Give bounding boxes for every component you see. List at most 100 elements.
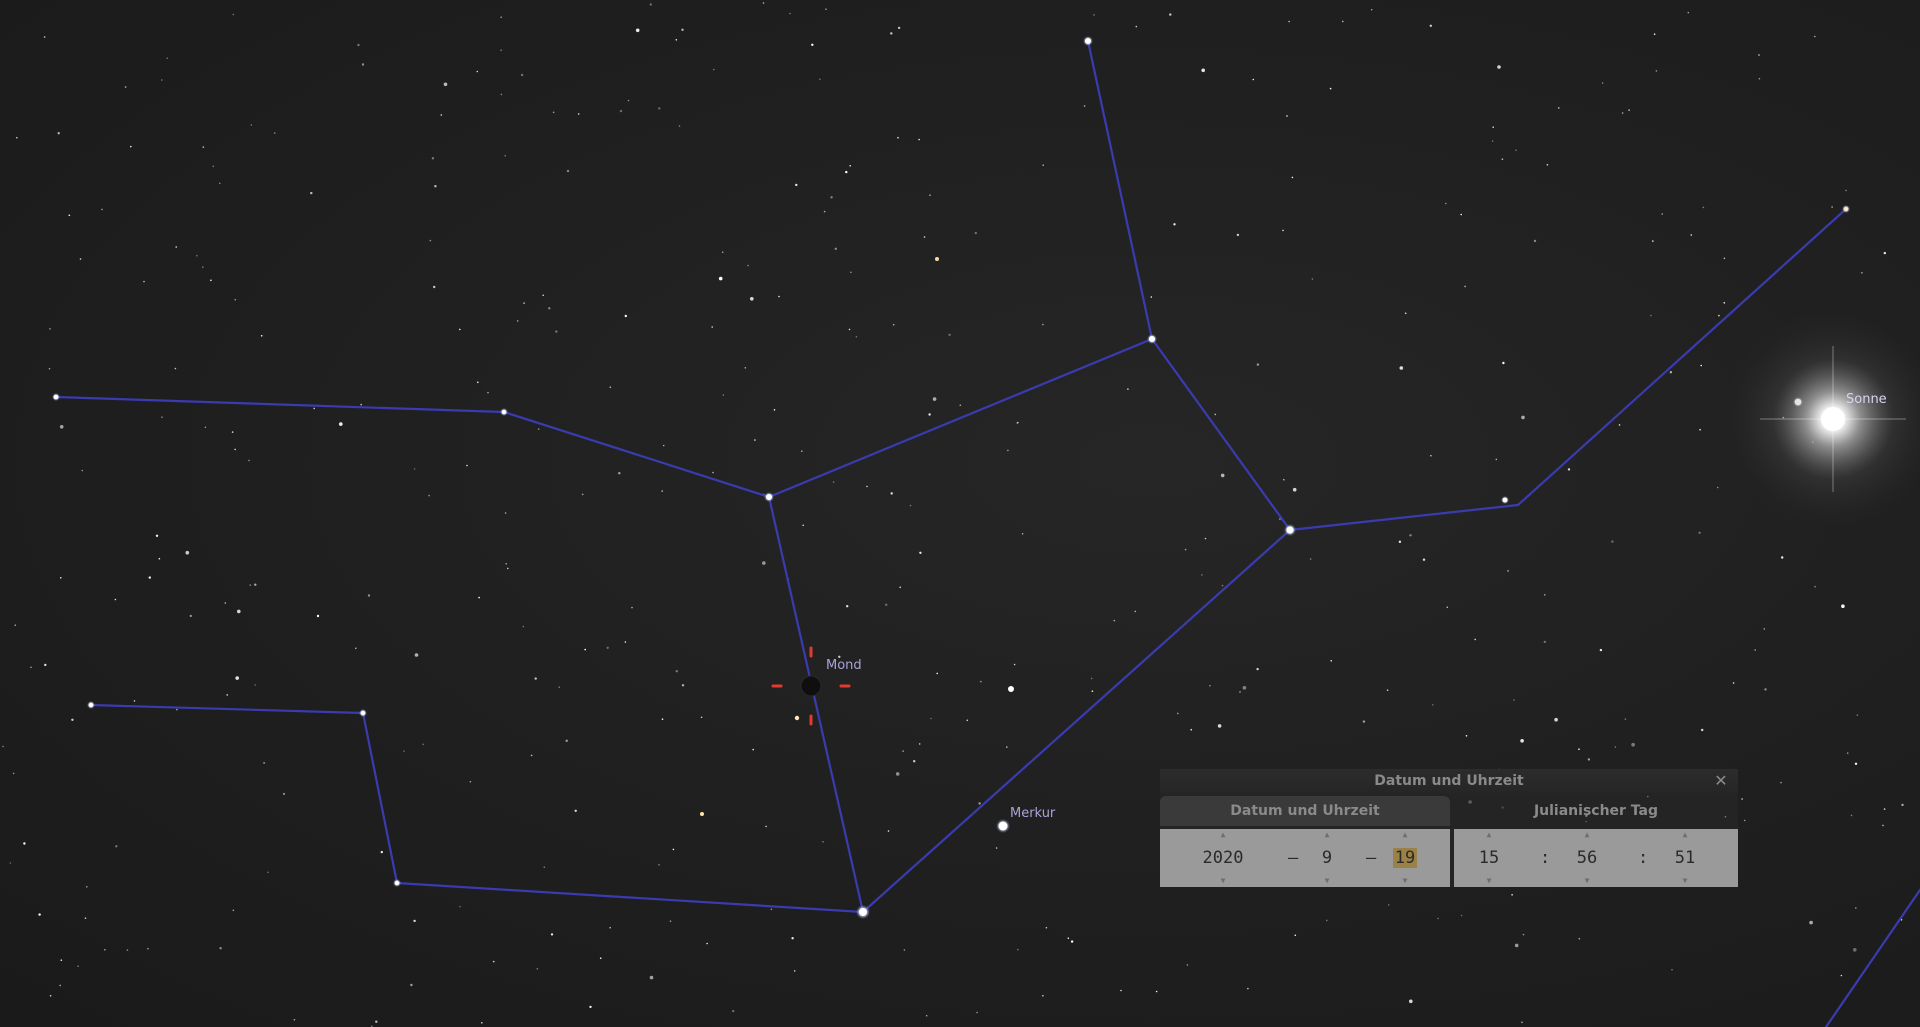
- background-star: [231, 431, 234, 433]
- background-star: [59, 984, 61, 987]
- background-star: [1587, 758, 1591, 761]
- year-spinbox[interactable]: ▲ 2020 ▼: [1182, 829, 1264, 887]
- background-star: [23, 842, 26, 845]
- background-star: [49, 328, 51, 330]
- background-star: [936, 672, 938, 675]
- background-star: [1846, 752, 1849, 754]
- background-star: [928, 413, 931, 416]
- background-star: [360, 403, 363, 406]
- sun-label[interactable]: Sonne: [1846, 392, 1887, 407]
- background-star: [520, 73, 524, 77]
- background-star: [770, 908, 773, 911]
- background-star: [1883, 808, 1886, 810]
- month-value[interactable]: 9: [1314, 847, 1340, 869]
- background-star: [185, 550, 190, 555]
- background-star: [909, 504, 912, 507]
- background-star: [1242, 686, 1247, 690]
- background-star: [1090, 677, 1093, 680]
- background-star: [1732, 682, 1735, 684]
- background-star: [1901, 803, 1904, 807]
- spin-up-icon[interactable]: ▲: [1572, 831, 1602, 839]
- spin-down-icon[interactable]: ▼: [1388, 877, 1422, 885]
- background-star: [902, 750, 904, 752]
- background-star: [310, 191, 313, 195]
- minute-value[interactable]: 56: [1572, 847, 1602, 869]
- hour-value[interactable]: 15: [1474, 847, 1504, 869]
- month-spinbox[interactable]: ▲ 9 ▼: [1314, 829, 1340, 887]
- background-star: [789, 12, 791, 15]
- tab-julian-day[interactable]: Julianischer Tag: [1454, 796, 1738, 826]
- background-star: [712, 471, 714, 474]
- second-value[interactable]: 51: [1670, 847, 1700, 869]
- background-star: [1460, 914, 1463, 917]
- background-star: [1853, 948, 1857, 952]
- day-spinbox[interactable]: ▲ 19 ▼: [1388, 829, 1422, 887]
- dialog-titlebar[interactable]: Datum und Uhrzeit ✕: [1160, 769, 1738, 793]
- background-star: [48, 367, 51, 370]
- background-star: [1850, 814, 1853, 817]
- background-star: [210, 279, 212, 282]
- spin-down-icon[interactable]: ▼: [1670, 877, 1700, 885]
- background-star: [606, 646, 609, 649]
- star: [1008, 686, 1014, 692]
- background-star: [830, 196, 833, 199]
- background-star: [1743, 819, 1746, 822]
- spin-up-icon[interactable]: ▲: [1474, 831, 1504, 839]
- day-value[interactable]: 19: [1388, 847, 1422, 869]
- background-star: [1854, 762, 1858, 765]
- spin-up-icon[interactable]: ▲: [1670, 831, 1700, 839]
- background-star: [126, 949, 129, 951]
- background-star: [722, 394, 725, 396]
- background-star: [202, 146, 205, 148]
- background-star: [948, 333, 951, 336]
- background-star: [60, 577, 62, 579]
- mercury-icon[interactable]: [996, 819, 1010, 833]
- background-star: [1201, 68, 1205, 73]
- spin-up-icon[interactable]: ▲: [1314, 831, 1340, 839]
- date-panel: ▲ 2020 ▼ – ▲ 9 ▼ – ▲ 19 ▼: [1160, 829, 1450, 887]
- background-star: [224, 602, 227, 604]
- hour-spinbox[interactable]: ▲ 15 ▼: [1474, 829, 1504, 887]
- spin-down-icon[interactable]: ▼: [1182, 877, 1264, 885]
- spin-up-icon[interactable]: ▲: [1182, 831, 1264, 839]
- background-star: [1702, 206, 1705, 209]
- spin-down-icon[interactable]: ▼: [1474, 877, 1504, 885]
- background-star: [1578, 937, 1581, 940]
- background-star: [1764, 688, 1767, 691]
- background-star: [1533, 239, 1537, 243]
- background-star: [1093, 14, 1095, 16]
- moon-label[interactable]: Mond: [826, 658, 862, 673]
- background-star: [1601, 82, 1604, 84]
- background-star: [1522, 933, 1525, 936]
- background-star: [500, 49, 502, 51]
- background-star: [1294, 934, 1297, 937]
- background-star: [795, 183, 798, 187]
- background-star: [978, 802, 981, 805]
- sun-icon[interactable]: [1723, 309, 1920, 529]
- background-star: [649, 3, 652, 6]
- background-star: [459, 328, 461, 331]
- background-star: [811, 43, 814, 46]
- background-star: [974, 231, 977, 235]
- background-star: [147, 947, 149, 950]
- background-star: [219, 182, 221, 185]
- background-star: [778, 295, 780, 298]
- tab-date-time[interactable]: Datum und Uhrzeit: [1160, 796, 1450, 826]
- background-star: [413, 919, 416, 923]
- spin-down-icon[interactable]: ▼: [1314, 877, 1340, 885]
- background-star: [631, 606, 633, 609]
- background-star: [86, 886, 88, 888]
- background-star: [1814, 35, 1816, 38]
- second-spinbox[interactable]: ▲ 51 ▼: [1670, 829, 1700, 887]
- background-star: [1882, 824, 1884, 827]
- year-value[interactable]: 2020: [1182, 847, 1264, 869]
- spin-down-icon[interactable]: ▼: [1572, 877, 1602, 885]
- moon-icon[interactable]: [800, 675, 822, 697]
- spin-up-icon[interactable]: ▲: [1388, 831, 1422, 839]
- background-star: [431, 157, 435, 160]
- background-star: [1652, 240, 1654, 242]
- background-star: [930, 717, 932, 720]
- mercury-label[interactable]: Merkur: [1010, 806, 1055, 821]
- close-icon[interactable]: ✕: [1712, 772, 1730, 790]
- minute-spinbox[interactable]: ▲ 56 ▼: [1572, 829, 1602, 887]
